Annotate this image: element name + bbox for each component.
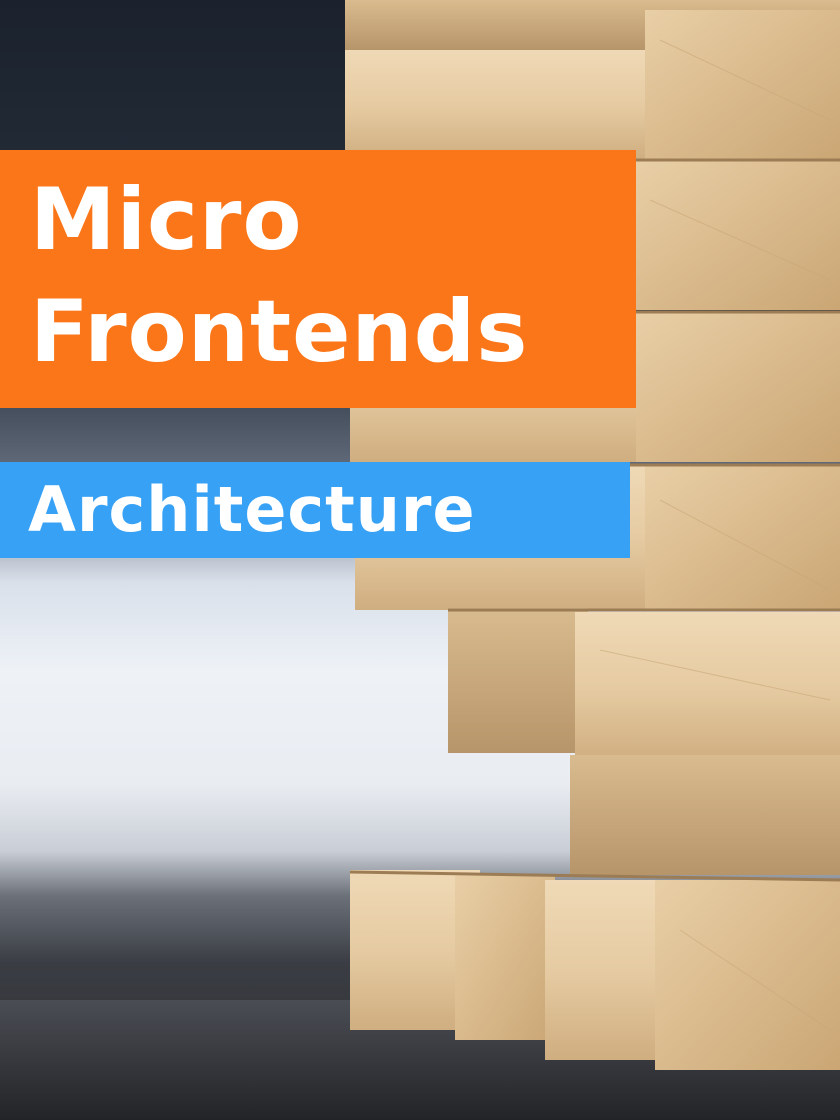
subtitle-text: Architecture <box>28 473 476 546</box>
block <box>575 612 840 762</box>
block <box>455 875 555 1040</box>
block <box>345 50 645 160</box>
title-line-2: Frontends <box>30 282 529 382</box>
block <box>645 465 840 610</box>
block <box>545 880 665 1060</box>
cover-image: Micro Frontends Architecture <box>0 0 840 1120</box>
title-banner: Micro Frontends <box>0 150 636 408</box>
subtitle-banner: Architecture <box>0 462 630 558</box>
block <box>448 608 588 753</box>
block <box>570 755 840 875</box>
title-line-1: Micro <box>30 170 303 270</box>
block <box>645 10 840 160</box>
block <box>636 312 840 462</box>
block <box>636 160 840 310</box>
